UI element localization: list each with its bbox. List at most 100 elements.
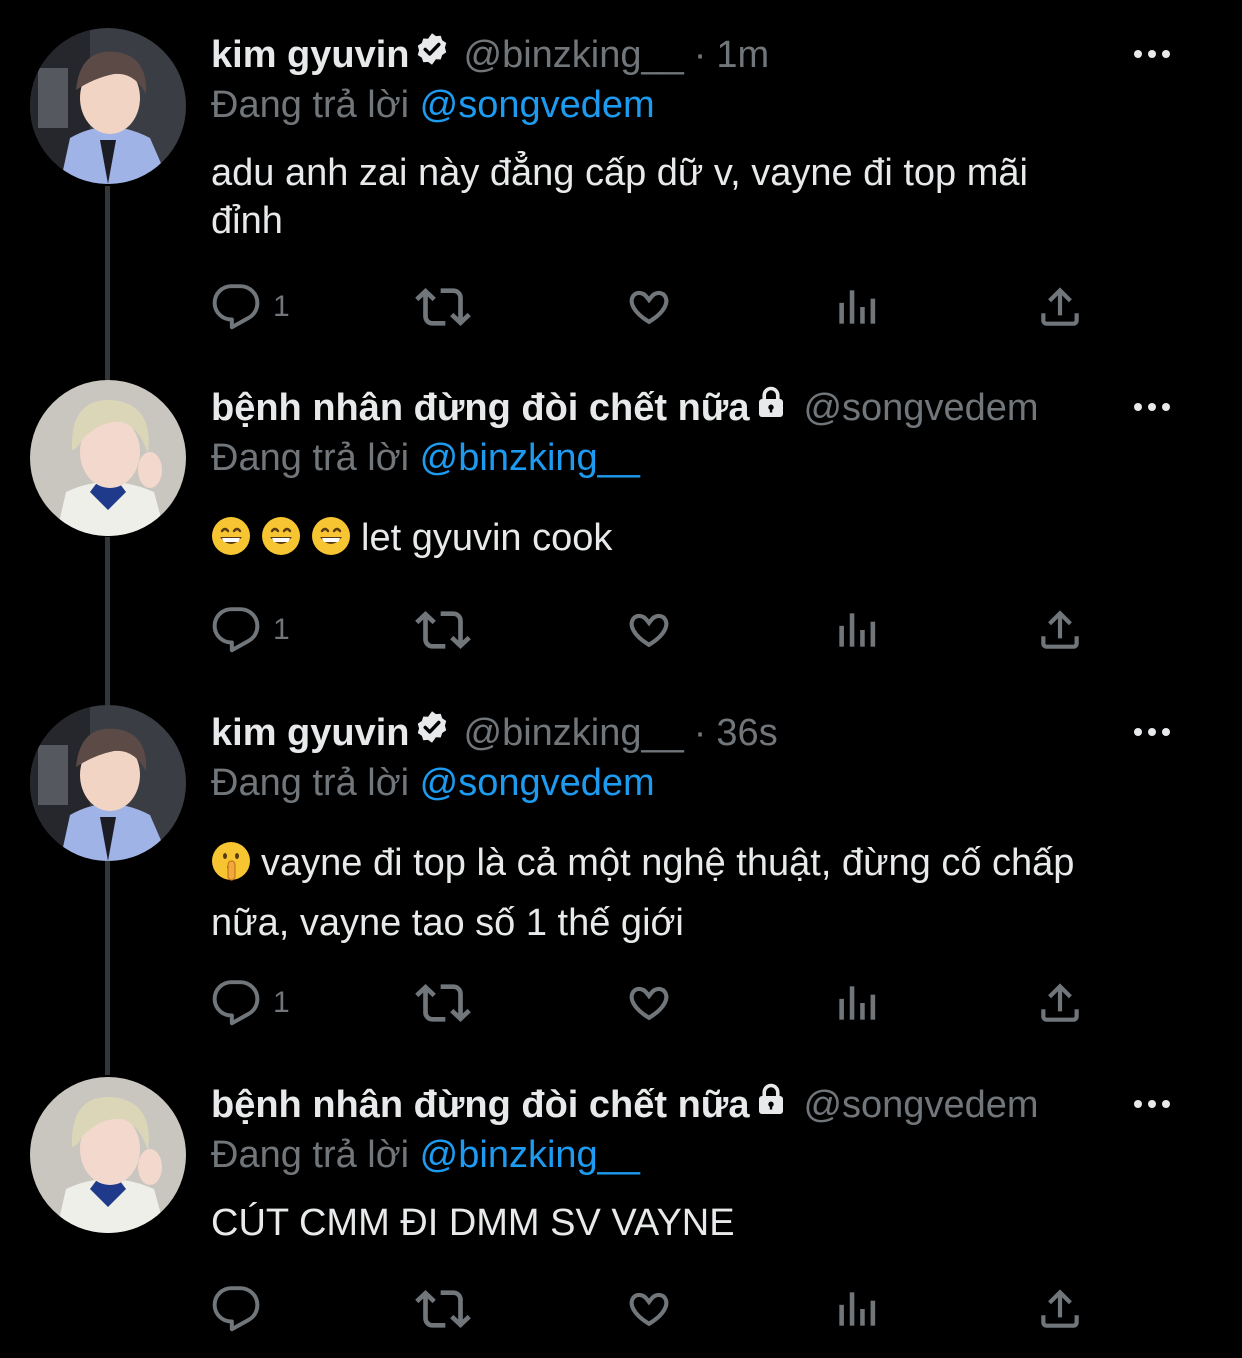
display-name[interactable]: kim gyuvin (211, 25, 410, 85)
like-button[interactable] (623, 1279, 675, 1339)
reply-button[interactable]: 1 (211, 600, 290, 660)
like-button[interactable] (623, 277, 675, 337)
display-name[interactable]: bệnh nhân đừng đòi chết nữa (211, 378, 749, 438)
tweet-header: kim gyuvin @binzking__ · 36s (211, 703, 778, 763)
reply-button[interactable] (211, 1279, 261, 1339)
views-icon (831, 282, 881, 332)
tweet-actions (211, 1279, 1091, 1339)
tweet-actions: 1 (211, 277, 1091, 337)
user-handle[interactable]: @songvedem (803, 378, 1038, 438)
retweet-icon (415, 602, 471, 658)
views-button[interactable] (831, 973, 881, 1033)
more-options-icon[interactable] (1132, 1097, 1172, 1115)
grinning-face-emoji (311, 516, 351, 568)
tweet-actions: 1 (211, 973, 1091, 1033)
reply-icon (211, 1284, 261, 1334)
separator-dot: · (693, 34, 707, 76)
tweet[interactable]: kim gyuvin @binzking__ · 36s Đang trả lờ… (0, 703, 1242, 1053)
share-icon (1035, 978, 1085, 1028)
views-button[interactable] (831, 277, 881, 337)
tweet-text: adu anh zai này đẳng cấp dữ v, vayne đi … (211, 149, 1201, 245)
tweet[interactable]: kim gyuvin @binzking__ · 1m Đang trả lời… (0, 25, 1242, 355)
retweet-button[interactable] (415, 277, 471, 337)
retweet-icon (415, 279, 471, 335)
retweet-button[interactable] (415, 973, 471, 1033)
avatar[interactable] (30, 705, 186, 861)
share-icon (1035, 282, 1085, 332)
tweet-text-segment: vayne đi top là cả một nghệ thuật, đừng … (261, 842, 1075, 884)
tweet[interactable]: bệnh nhân đừng đòi chết nữa @songvedem Đ… (0, 1075, 1242, 1358)
retweet-icon (415, 1281, 471, 1337)
more-options-icon[interactable] (1132, 47, 1172, 65)
shushing-face-emoji (211, 841, 251, 893)
replying-to-label: Đang trả lời (211, 762, 410, 804)
display-name[interactable]: kim gyuvin (211, 703, 410, 763)
grinning-face-emoji (261, 516, 301, 568)
replying-to-label: Đang trả lời (211, 1134, 410, 1176)
more-options-icon[interactable] (1132, 725, 1172, 743)
replying-to: Đang trả lời @binzking__ (211, 1127, 640, 1183)
tweet-text-line: đỉnh (211, 200, 283, 242)
share-button[interactable] (1035, 973, 1085, 1033)
user-handle[interactable]: @binzking__ (464, 703, 684, 763)
views-button[interactable] (831, 1279, 881, 1339)
views-button[interactable] (831, 600, 881, 660)
tweet-text: let gyuvin cook (211, 514, 1201, 568)
replying-to: Đang trả lời @songvedem (211, 77, 655, 133)
share-button[interactable] (1035, 277, 1085, 337)
tweet[interactable]: bệnh nhân đừng đòi chết nữa @songvedem Đ… (0, 378, 1242, 698)
heart-icon (623, 281, 675, 333)
views-icon (831, 978, 881, 1028)
tweet-text-line: vayne đi top là cả một nghệ thuật, đừng … (211, 839, 1201, 893)
tweet-thread: kim gyuvin @binzking__ · 1m Đang trả lời… (0, 0, 1242, 1358)
avatar[interactable] (30, 1077, 186, 1233)
share-button[interactable] (1035, 600, 1085, 660)
reply-icon (211, 605, 261, 655)
tweet-header: bệnh nhân đừng đòi chết nữa @songvedem (211, 378, 1039, 438)
reply-button[interactable]: 1 (211, 973, 290, 1033)
mention-link[interactable]: @songvedem (420, 84, 655, 126)
retweet-button[interactable] (415, 600, 471, 660)
heart-icon (623, 977, 675, 1029)
share-icon (1035, 605, 1085, 655)
tweet-text-line: CÚT CMM ĐI DMM SV VAYNE (211, 1202, 735, 1244)
display-name[interactable]: bệnh nhân đừng đòi chết nữa (211, 1075, 749, 1135)
like-button[interactable] (623, 600, 675, 660)
timestamp[interactable]: 36s (716, 703, 777, 763)
tweet-text: CÚT CMM ĐI DMM SV VAYNE (211, 1199, 1201, 1247)
mention-link[interactable]: @binzking__ (420, 1134, 640, 1176)
reply-count: 1 (273, 986, 290, 1019)
like-button[interactable] (623, 973, 675, 1033)
reply-icon (211, 978, 261, 1028)
share-button[interactable] (1035, 1279, 1085, 1339)
retweet-icon (415, 975, 471, 1031)
retweet-button[interactable] (415, 1279, 471, 1339)
reply-button[interactable]: 1 (211, 277, 290, 337)
share-icon (1035, 1284, 1085, 1334)
reply-count: 1 (273, 290, 290, 323)
tweet-header: kim gyuvin @binzking__ · 1m (211, 25, 769, 85)
replying-to: Đang trả lời @binzking__ (211, 430, 640, 486)
avatar[interactable] (30, 28, 186, 184)
verified-icon (414, 703, 450, 763)
user-handle[interactable]: @binzking__ (464, 25, 684, 85)
user-handle[interactable]: @songvedem (803, 1075, 1038, 1135)
lock-icon (753, 378, 789, 438)
views-icon (831, 1284, 881, 1334)
replying-to-label: Đang trả lời (211, 84, 410, 126)
mention-link[interactable]: @songvedem (420, 762, 655, 804)
heart-icon (623, 1283, 675, 1335)
timestamp[interactable]: 1m (716, 25, 769, 85)
reply-icon (211, 282, 261, 332)
lock-icon (753, 1075, 789, 1135)
reply-count: 1 (273, 613, 290, 646)
grinning-face-emoji (211, 516, 251, 568)
separator-dot: · (693, 712, 707, 754)
tweet-text-line: adu anh zai này đẳng cấp dữ v, vayne đi … (211, 152, 1028, 194)
avatar[interactable] (30, 380, 186, 536)
heart-icon (623, 604, 675, 656)
more-options-icon[interactable] (1132, 400, 1172, 418)
replying-to-label: Đang trả lời (211, 437, 410, 479)
mention-link[interactable]: @binzking__ (420, 437, 640, 479)
tweet-text: vayne đi top là cả một nghệ thuật, đừng … (211, 839, 1201, 947)
